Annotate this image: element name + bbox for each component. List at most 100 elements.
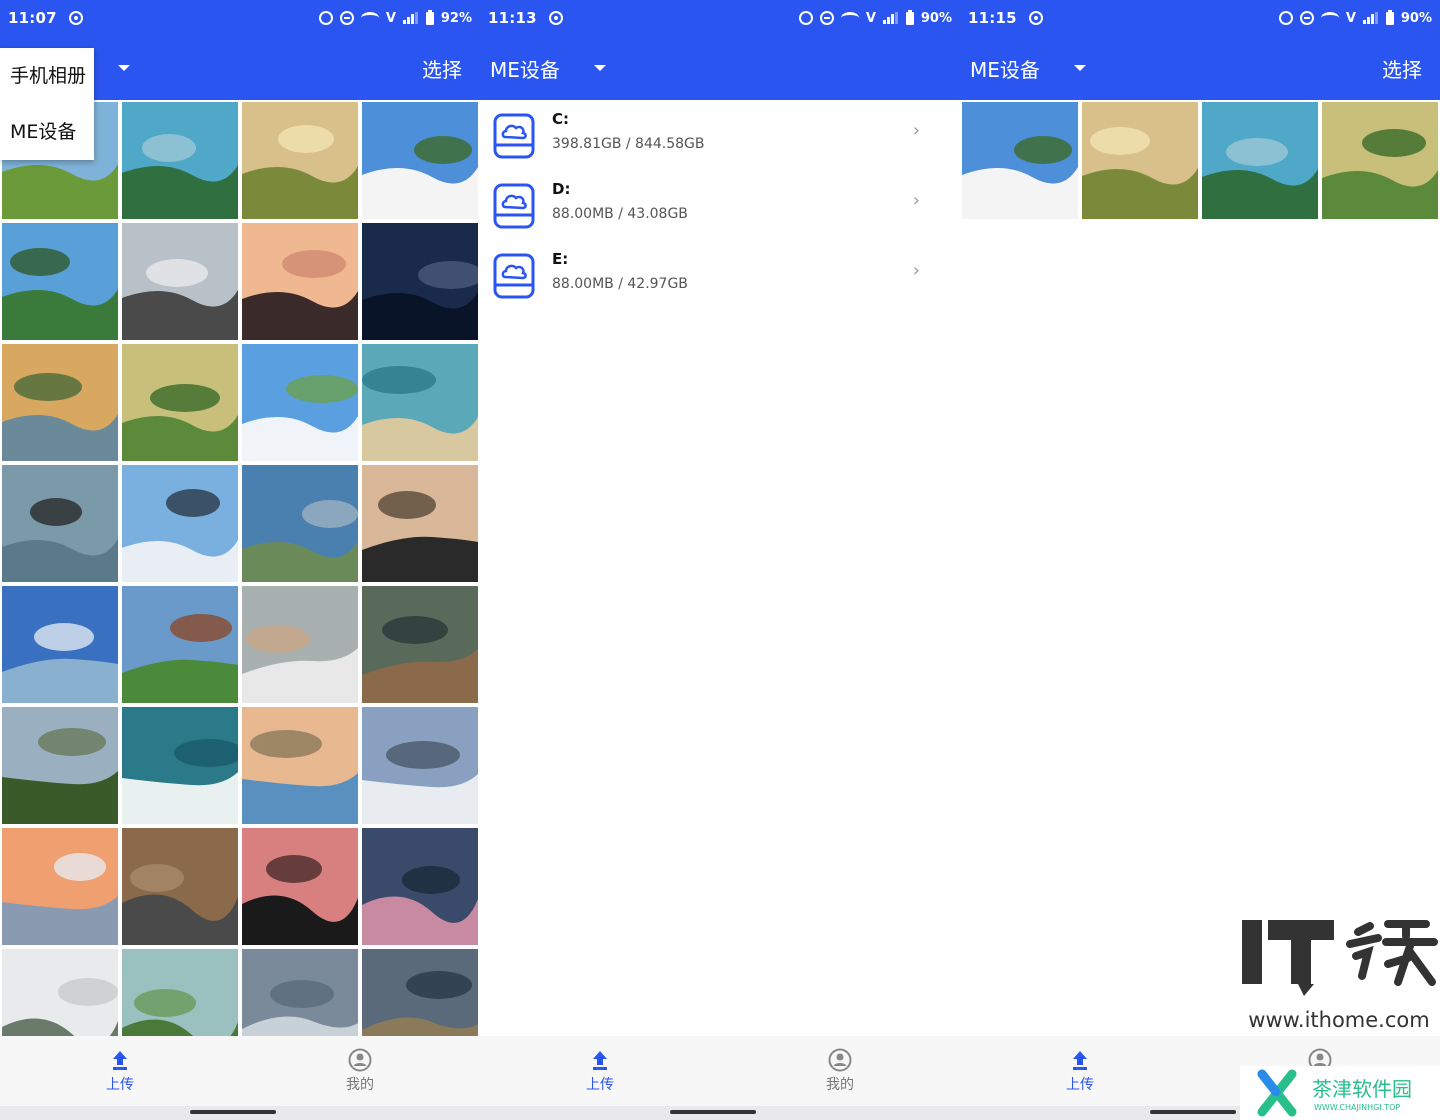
- photo-tile[interactable]: [122, 344, 238, 461]
- photo-tile[interactable]: [242, 586, 358, 703]
- tab-label: 上传: [1066, 1077, 1094, 1093]
- photo-tile[interactable]: [242, 828, 358, 945]
- photo-tile[interactable]: [2, 586, 118, 703]
- upload-icon: [1073, 1051, 1087, 1070]
- tab-label: 我的: [346, 1077, 374, 1093]
- battery-percent: 90%: [1400, 10, 1432, 26]
- tab-mine[interactable]: 我的: [720, 1036, 960, 1106]
- tab-upload[interactable]: 上传: [480, 1036, 720, 1106]
- photo-thumbnail: [122, 102, 238, 219]
- photo-tile[interactable]: [122, 707, 238, 824]
- chevron-right-icon: ›: [912, 120, 920, 141]
- ithome-watermark-logo: www.ithome.com: [1242, 920, 1438, 1032]
- drive-item-e[interactable]: E: 88.00MB / 42.97GB ›: [480, 242, 960, 312]
- photo-thumbnail: [242, 102, 358, 219]
- photo-thumbnail: [122, 586, 238, 703]
- select-button[interactable]: 选择: [422, 54, 462, 83]
- drive-name: E:: [552, 250, 569, 268]
- home-indicator[interactable]: [190, 1110, 276, 1114]
- user-icon: [348, 1048, 372, 1072]
- chevron-down-icon[interactable]: [593, 65, 606, 71]
- sync-icon: [1028, 11, 1043, 25]
- battery-icon: [1385, 9, 1394, 25]
- dnd-icon: [339, 11, 354, 25]
- photo-thumbnail: [2, 586, 118, 703]
- data-saver-icon: [798, 11, 813, 25]
- select-button[interactable]: 选择: [1382, 54, 1422, 83]
- photo-tile[interactable]: [962, 102, 1078, 219]
- home-indicator[interactable]: [1150, 1110, 1236, 1114]
- upload-icon: [113, 1051, 127, 1070]
- watermark-brand: 茶津软件园: [1312, 1077, 1412, 1101]
- photo-tile[interactable]: [122, 828, 238, 945]
- tab-upload[interactable]: 上传: [0, 1036, 240, 1106]
- chevron-right-icon: ›: [912, 190, 920, 211]
- photo-tile[interactable]: [2, 465, 118, 582]
- signal-icon: [402, 12, 419, 24]
- photo-tile[interactable]: [1322, 102, 1438, 219]
- data-saver-icon: [1278, 11, 1293, 25]
- chevron-down-icon[interactable]: [118, 65, 130, 71]
- photo-thumbnail: [362, 707, 478, 824]
- drive-cloud-icon: [493, 253, 535, 299]
- photo-tile[interactable]: [362, 223, 478, 340]
- photo-thumbnail: [122, 828, 238, 945]
- photo-thumbnail: [362, 586, 478, 703]
- photo-tile[interactable]: [242, 465, 358, 582]
- photo-tile[interactable]: [122, 465, 238, 582]
- menu-item-phone-album[interactable]: 手机相册: [0, 56, 94, 112]
- volte-icon: V: [865, 10, 876, 26]
- bottom-tab-bar: 上传 我的: [480, 1036, 960, 1106]
- data-saver-icon: [318, 11, 333, 25]
- photo-tile[interactable]: [122, 102, 238, 219]
- tab-upload[interactable]: 上传: [960, 1036, 1200, 1106]
- phone-device-screen: 11:13 V 90% ME设备 C: 398.81GB / 844.58GB …: [480, 0, 960, 1120]
- tab-label: 上传: [106, 1077, 134, 1093]
- photo-tile[interactable]: [362, 707, 478, 824]
- signal-icon: [882, 12, 899, 24]
- drive-usage: 88.00MB / 42.97GB: [552, 276, 688, 292]
- page-title[interactable]: ME设备: [490, 54, 560, 83]
- drive-item-d[interactable]: D: 88.00MB / 43.08GB ›: [480, 172, 960, 242]
- photo-tile[interactable]: [2, 828, 118, 945]
- tab-mine[interactable]: 我的: [240, 1036, 480, 1106]
- photo-thumbnail: [362, 828, 478, 945]
- drive-item-c[interactable]: C: 398.81GB / 844.58GB ›: [480, 102, 960, 172]
- photo-tile[interactable]: [122, 223, 238, 340]
- photo-tile[interactable]: [362, 344, 478, 461]
- photo-thumbnail: [362, 344, 478, 461]
- photo-tile[interactable]: [122, 586, 238, 703]
- chevron-down-icon[interactable]: [1073, 65, 1086, 71]
- tab-label: 我的: [826, 1077, 854, 1093]
- photo-tile[interactable]: [1082, 102, 1198, 219]
- photo-tile[interactable]: [2, 344, 118, 461]
- wifi-icon: [840, 12, 859, 24]
- photo-tile[interactable]: [2, 223, 118, 340]
- photo-tile[interactable]: [362, 465, 478, 582]
- photo-grid: [962, 102, 1438, 219]
- chajin-logo-icon: 茶津软件园 WWW.CHAJINHGI.TOP: [1257, 1069, 1412, 1117]
- status-icons: V 90%: [1278, 9, 1432, 26]
- status-time: 11:13: [488, 9, 537, 27]
- photo-thumbnail: [2, 465, 118, 582]
- photo-tile[interactable]: [2, 707, 118, 824]
- photo-tile[interactable]: [362, 586, 478, 703]
- status-bar: 11:13 V 90%: [480, 0, 960, 36]
- photo-tile[interactable]: [242, 223, 358, 340]
- photo-tile[interactable]: [1202, 102, 1318, 219]
- photo-tile[interactable]: [242, 707, 358, 824]
- photo-tile[interactable]: [362, 102, 478, 219]
- menu-item-me-device[interactable]: ME设备: [0, 112, 94, 168]
- tab-label: 上传: [586, 1077, 614, 1093]
- page-title[interactable]: ME设备: [970, 54, 1040, 83]
- app-bar: ME设备 选择: [960, 36, 1440, 100]
- user-icon: [828, 1048, 852, 1072]
- photo-thumbnail: [242, 344, 358, 461]
- photo-tile[interactable]: [242, 102, 358, 219]
- battery-percent: 90%: [920, 10, 952, 26]
- photo-thumbnail: [122, 223, 238, 340]
- photo-tile[interactable]: [242, 344, 358, 461]
- home-indicator[interactable]: [670, 1110, 756, 1114]
- status-icons: V 92%: [318, 9, 472, 26]
- photo-tile[interactable]: [362, 828, 478, 945]
